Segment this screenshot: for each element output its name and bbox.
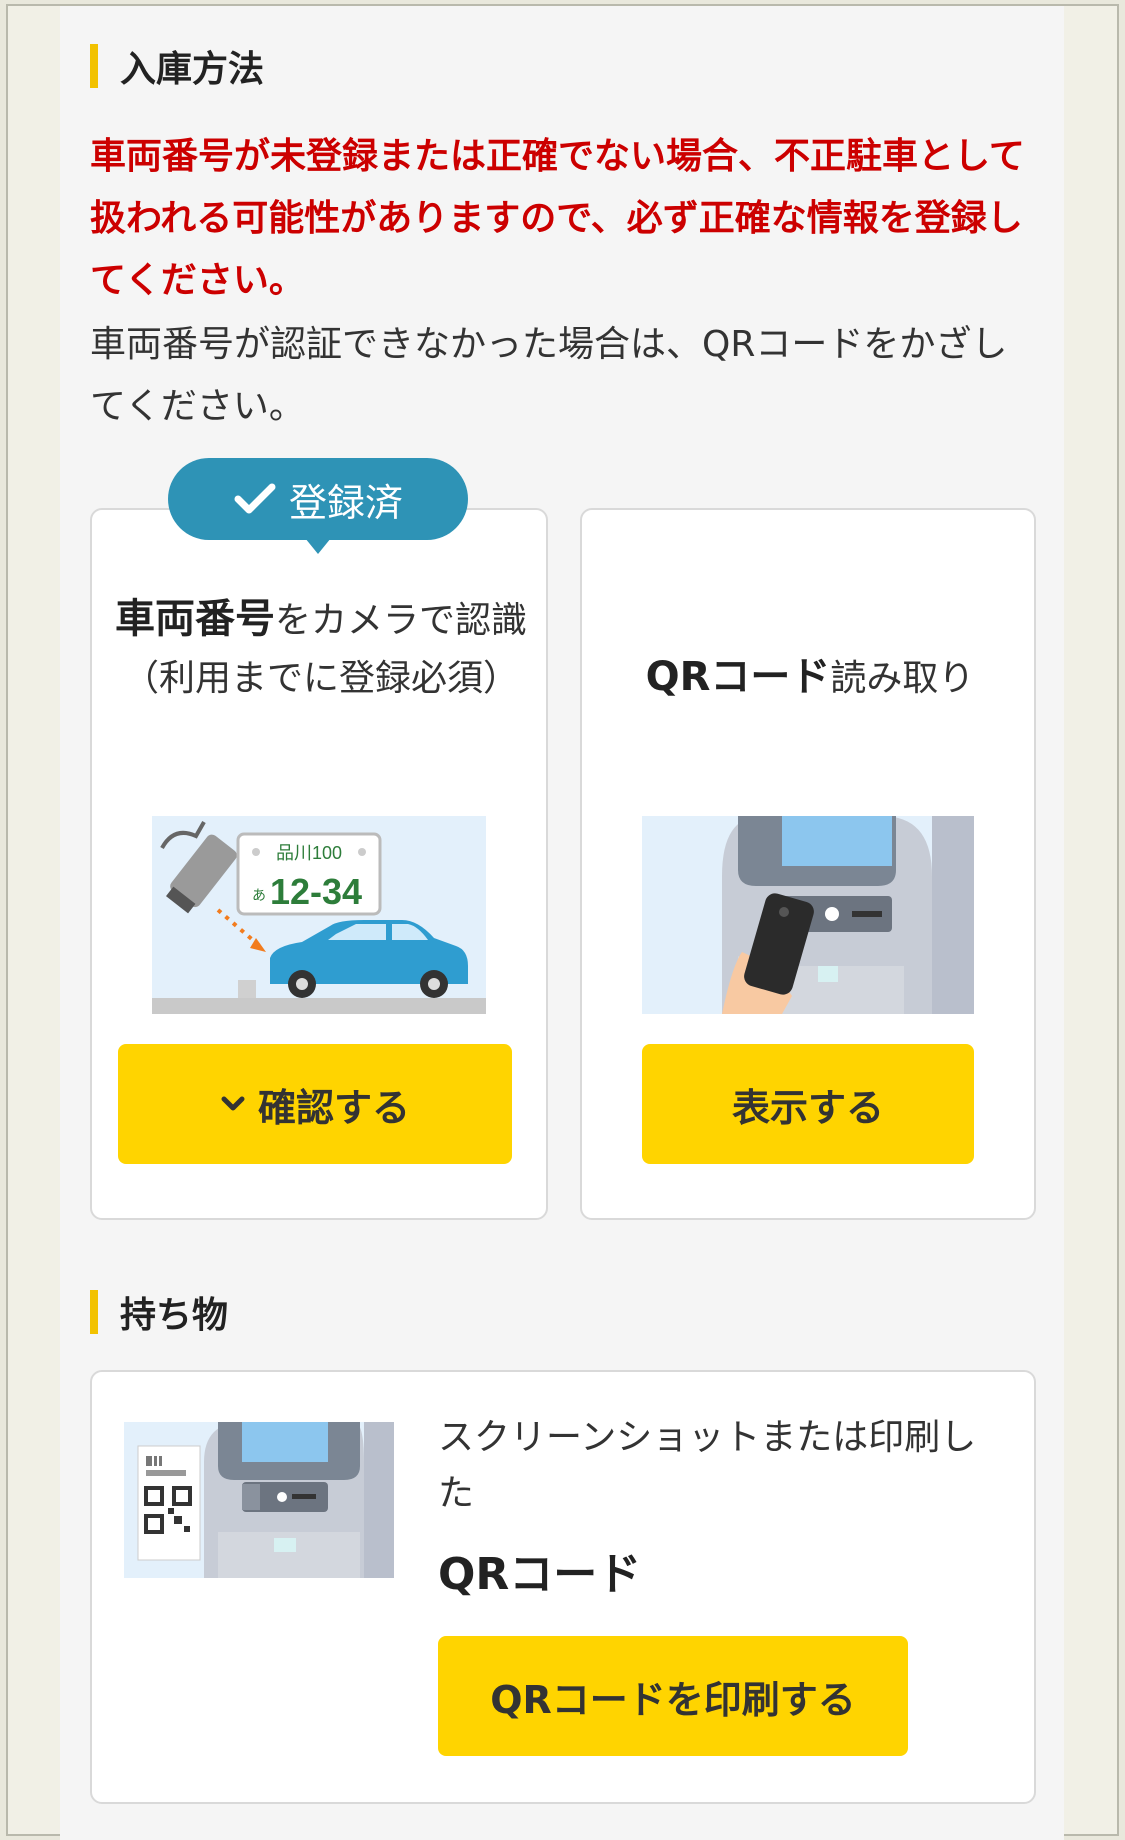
qr-reading-card: QRコード読み取り 表示する (580, 508, 1036, 1220)
plate-card-title: 車両番号をカメラで認識 （利用までに登録必須） (112, 590, 530, 708)
content-panel: 入庫方法 車両番号が未登録または正確でない場合、不正駐車として扱われる可能性があ… (60, 6, 1064, 1840)
belongings-description: スクリーンショットまたは印刷した (438, 1417, 977, 1514)
heading-accent-bar (90, 1290, 98, 1334)
confirm-plate-button[interactable]: 確認する (118, 1044, 512, 1164)
chevron-down-icon (221, 1096, 245, 1111)
plate-kana-text: あ (252, 887, 266, 903)
registered-badge-label: 登録済 (288, 480, 403, 525)
qr-card-title: QRコード読み取り (592, 648, 1028, 708)
show-button-label: 表示する (731, 1085, 884, 1130)
qr-scan-illustration (642, 816, 974, 1014)
info-text: 車両番号が認証できなかった場合は、QRコードをかざしてください。 (90, 324, 1008, 427)
plate-number-text: 12-34 (270, 871, 362, 912)
section-heading-entry-method: 入庫方法 (90, 40, 264, 92)
belongings-card: スクリーンショットまたは印刷した QRコード QRコードを印刷する (90, 1370, 1036, 1804)
plate-recognition-card: 車両番号をカメラで認識 （利用までに登録必須） 品川100 あ 12-34 確認… (90, 508, 548, 1220)
plate-card-title-bold: 車両番号 (114, 596, 275, 642)
badge-pointer (305, 538, 331, 554)
plate-area-text: 品川100 (276, 843, 342, 863)
check-icon (234, 483, 276, 514)
qr-code-illustration (124, 1422, 394, 1578)
qr-card-title-bold: QRコード (645, 654, 831, 700)
print-button-label: QRコードを印刷する (490, 1677, 856, 1722)
warning-text: 車両番号が未登録または正確でない場合、不正駐車として扱われる可能性がありますので… (90, 136, 1025, 301)
registered-badge: 登録済 (168, 458, 468, 554)
show-qr-button[interactable]: 表示する (642, 1044, 974, 1164)
section-heading-belongings: 持ち物 (90, 1286, 228, 1338)
qr-card-title-rest: 読み取り (830, 658, 975, 699)
confirm-button-label: 確認する (257, 1085, 410, 1130)
belongings-item-name: QRコード (438, 1549, 642, 1600)
print-qr-button[interactable]: QRコードを印刷する (438, 1636, 908, 1756)
camera-plate-illustration: 品川100 あ 12-34 (152, 816, 486, 1014)
section-title: 持ち物 (120, 1295, 229, 1336)
plate-card-note: （利用までに登録必須） (122, 658, 519, 699)
section-title: 入庫方法 (120, 49, 265, 90)
heading-accent-bar (90, 44, 98, 88)
plate-card-title-rest: をカメラで認識 (274, 600, 527, 641)
